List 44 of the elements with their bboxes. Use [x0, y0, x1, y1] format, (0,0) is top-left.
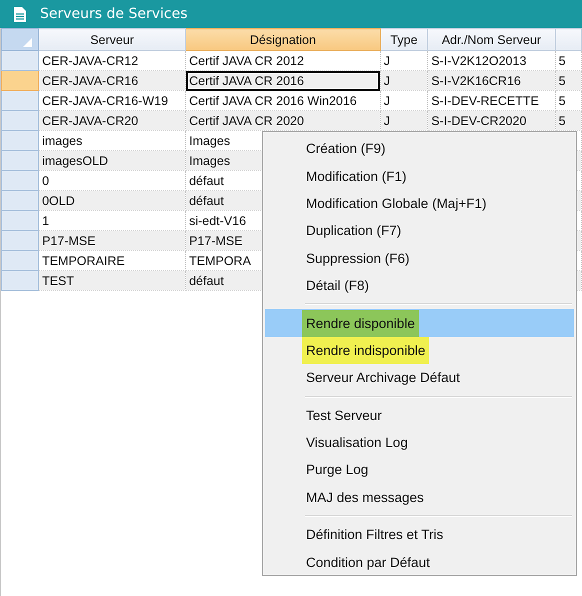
column-header[interactable]: Désignation: [186, 28, 380, 50]
row-header[interactable]: [2, 230, 39, 250]
menu-item[interactable]: Rendre disponible: [302, 310, 419, 337]
menu-item[interactable]: Condition par Défaut: [302, 548, 434, 576]
table-cell: TEST: [38, 270, 186, 290]
row-header[interactable]: [2, 270, 39, 290]
row-header[interactable]: [2, 250, 39, 270]
row-header[interactable]: [2, 110, 39, 130]
column-header[interactable]: [555, 28, 582, 50]
row-header[interactable]: [2, 170, 39, 190]
row-header[interactable]: [2, 150, 39, 170]
row-header[interactable]: [2, 50, 39, 70]
window-title: Serveurs de Services: [40, 6, 188, 22]
table-cell: J: [380, 110, 428, 130]
row-header[interactable]: [2, 70, 39, 90]
menu-item[interactable]: Rendre indisponible: [302, 336, 430, 364]
menu-item[interactable]: Visualisation Log: [302, 429, 412, 456]
table-cell: 5: [555, 110, 582, 130]
table-cell: J: [380, 70, 428, 90]
menu-item[interactable]: Test Serveur: [302, 402, 386, 429]
table-cell: Certif JAVA CR 2020: [186, 110, 380, 130]
select-all-corner[interactable]: [2, 28, 39, 50]
table-cell: 0OLD: [38, 190, 186, 210]
table-cell: imagesOLD: [38, 150, 186, 170]
row-header[interactable]: [2, 210, 39, 230]
table-cell: CER-JAVA-CR16: [38, 70, 186, 90]
table-cell: S-I-V2K16CR16: [428, 70, 556, 90]
column-header[interactable]: Type: [380, 28, 428, 50]
document-icon: [14, 6, 26, 22]
row-header[interactable]: [2, 130, 39, 150]
table-cell: P17-MSE: [38, 230, 186, 250]
table-cell: Certif JAVA CR 2016: [186, 70, 380, 90]
table-cell: 5: [555, 70, 582, 90]
column-header[interactable]: Adr./Nom Serveur: [428, 28, 556, 50]
row-header[interactable]: [2, 190, 39, 210]
column-header[interactable]: Serveur: [38, 28, 186, 50]
menu-item[interactable]: Serveur Archivage Défaut: [302, 364, 464, 392]
table-cell: CER-JAVA-CR20: [38, 110, 186, 130]
menu-item[interactable]: MAJ des messages: [302, 484, 428, 511]
table-cell: S-I-DEV-CR2020: [428, 110, 556, 130]
menu-item[interactable]: Définition Filtres et Tris: [302, 521, 448, 548]
triangle-icon: [23, 38, 32, 47]
menu-item[interactable]: Purge Log: [302, 456, 372, 484]
row-header[interactable]: [2, 90, 39, 110]
